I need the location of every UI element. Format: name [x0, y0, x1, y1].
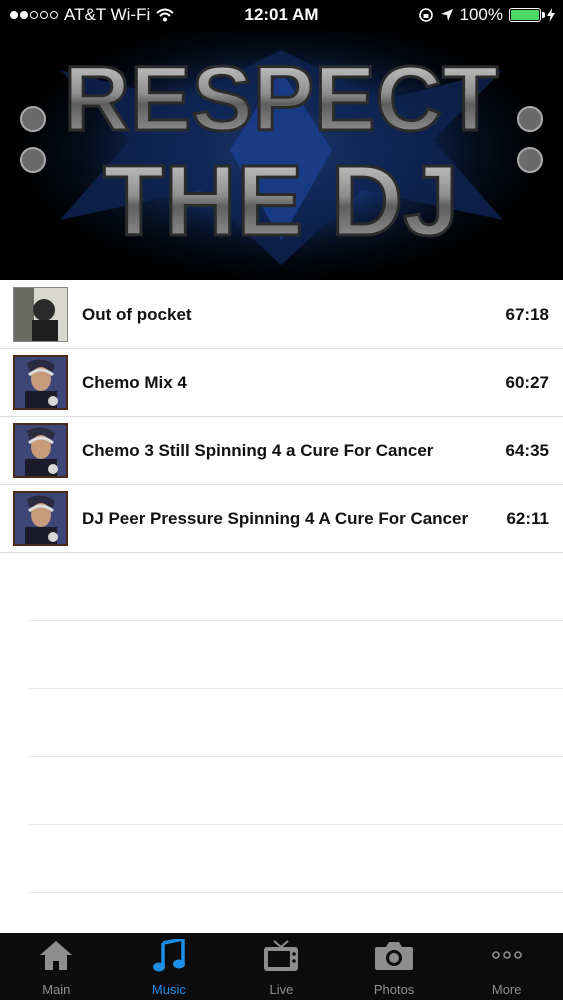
track-duration: 60:27	[505, 373, 549, 392]
track-thumbnail	[13, 355, 68, 410]
track-thumbnail	[13, 491, 68, 546]
battery-icon	[509, 8, 545, 22]
location-arrow-icon	[440, 9, 453, 21]
empty-list-row	[28, 757, 563, 825]
status-right: 100%	[418, 5, 555, 25]
tab-photos[interactable]: Photos	[338, 933, 451, 1000]
tab-label: Main	[42, 982, 71, 997]
tab-label: Photos	[373, 982, 415, 997]
track-duration: 67:18	[505, 305, 549, 324]
track-thumbnail	[13, 287, 68, 342]
track-duration: 62:11	[506, 509, 549, 528]
track-duration: 64:35	[505, 441, 549, 460]
track-title: Chemo 3 Still Spinning 4 a Cure For Canc…	[82, 441, 434, 460]
music-note-icon	[151, 936, 187, 978]
track-title: Out of pocket	[82, 305, 192, 324]
empty-list-row	[28, 621, 563, 689]
rotation-lock-icon	[418, 8, 433, 22]
camera-icon	[373, 939, 415, 976]
tv-icon	[262, 939, 300, 978]
track-row[interactable]: DJ Peer Pressure Spinning 4 A Cure For C…	[0, 485, 563, 553]
empty-list-row	[28, 689, 563, 757]
header-banner: RESPECT THE DJ	[0, 30, 563, 280]
charging-bolt-icon	[547, 8, 555, 22]
tab-main[interactable]: Main	[0, 933, 113, 1000]
empty-list-row	[28, 553, 563, 621]
empty-list-row	[28, 825, 563, 893]
tab-live[interactable]: Live	[225, 933, 338, 1000]
tab-label: More	[491, 982, 522, 997]
track-row[interactable]: Chemo 3 Still Spinning 4 a Cure For Canc…	[0, 417, 563, 485]
track-title: DJ Peer Pressure Spinning 4 A Cure For C…	[82, 509, 469, 528]
track-title: Chemo Mix 4	[82, 373, 187, 392]
respect-the-dj-logo: RESPECT THE DJ	[0, 30, 563, 280]
track-row[interactable]: Chemo Mix 4 60:27	[0, 349, 563, 417]
track-thumbnail	[13, 423, 68, 478]
track-row[interactable]: Out of pocket 67:18	[0, 281, 563, 349]
tab-label: Music	[151, 982, 186, 997]
battery-percent: 100%	[459, 5, 503, 24]
more-dots-icon	[489, 939, 525, 976]
tab-label: Live	[269, 982, 294, 997]
tab-bar: Main Music Live Photos More	[0, 933, 563, 1000]
tab-more[interactable]: More	[450, 933, 563, 1000]
home-icon	[38, 939, 74, 976]
banner-line-2: THE DJ	[103, 145, 459, 257]
banner-line-1: RESPECT	[64, 48, 499, 150]
tab-music[interactable]: Music	[113, 933, 226, 1000]
track-list: Out of pocket 67:18 Chemo Mix 4 60:27 Chemo …	[0, 281, 563, 893]
status-bar: AT&T Wi-Fi 12:01 AM 100%	[0, 0, 563, 30]
